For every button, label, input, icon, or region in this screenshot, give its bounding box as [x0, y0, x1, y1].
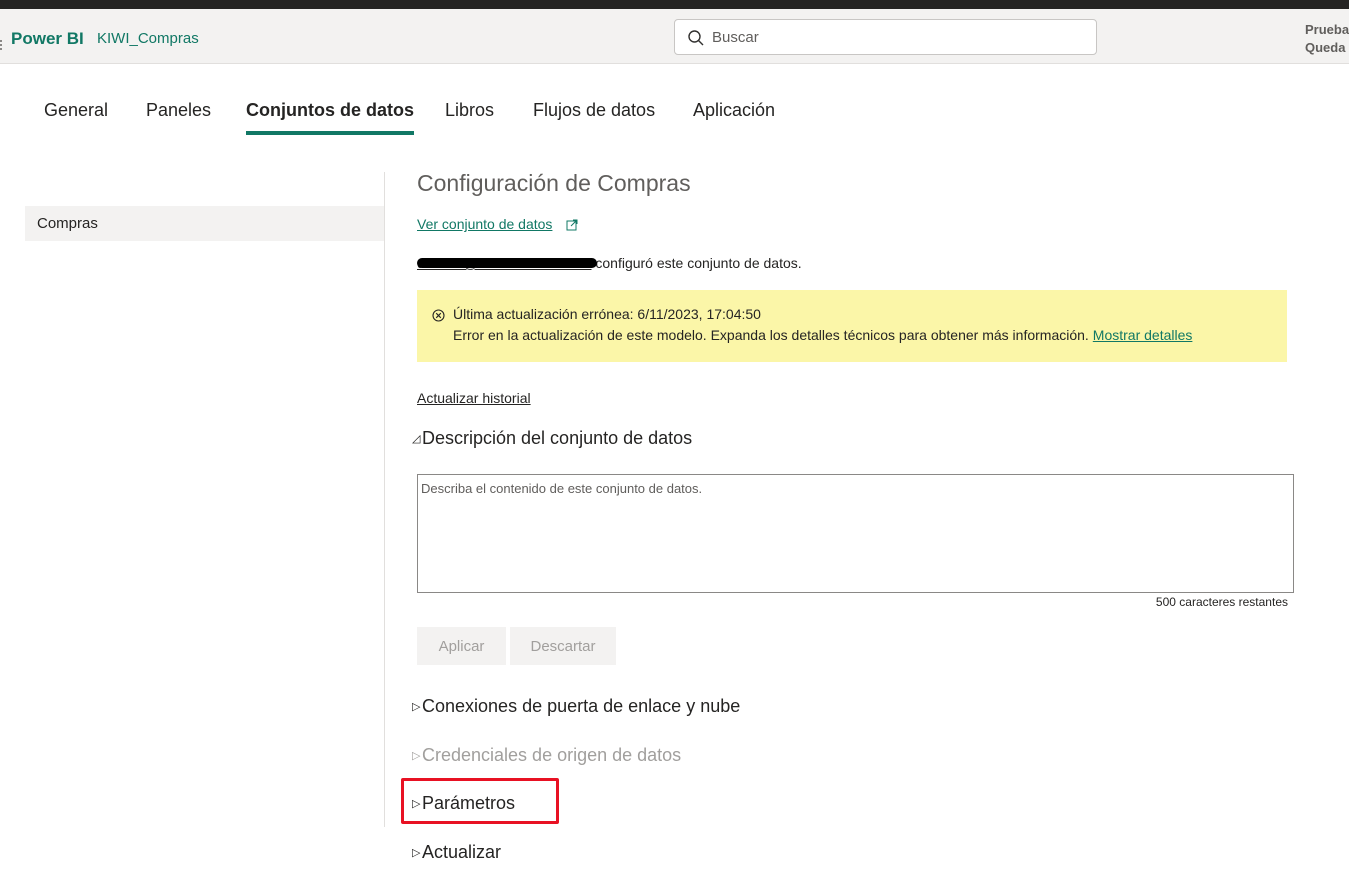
- refresh-history-link[interactable]: Actualizar historial: [417, 390, 531, 406]
- section-description-header[interactable]: ◿Descripción del conjunto de datos: [412, 428, 692, 449]
- expand-triangle-icon: ▷: [412, 750, 421, 762]
- section-refresh[interactable]: ▷Actualizar: [412, 842, 501, 863]
- sidebar-item-compras[interactable]: Compras: [25, 206, 384, 241]
- error-title: Última actualización errónea: 6/11/2023,…: [453, 306, 761, 322]
- search-input[interactable]: [712, 22, 1082, 52]
- configured-by-text: configuró este conjunto de datos.: [591, 255, 802, 271]
- section-description-label: Descripción del conjunto de datos: [422, 428, 693, 448]
- expand-triangle-icon: ▷: [412, 847, 421, 859]
- vertical-divider: [384, 172, 385, 827]
- error-message-text: Error en la actualización de este modelo…: [453, 327, 1089, 343]
- window-top-strip: [0, 0, 1349, 9]
- brand-name[interactable]: Power BI: [11, 29, 84, 49]
- page-title: Configuración de Compras: [417, 170, 691, 196]
- section-credentials-label: Credenciales de origen de datos: [422, 745, 682, 765]
- section-gateway-label: Conexiones de puerta de enlace y nube: [422, 696, 741, 716]
- search-icon: [688, 30, 704, 46]
- tab-general[interactable]: General: [44, 100, 108, 136]
- characters-remaining: 500 caracteres restantes: [1155, 595, 1288, 609]
- tab-libros[interactable]: Libros: [445, 100, 494, 136]
- app-header: Power BI KIWI_Compras Prueba Queda: [0, 9, 1349, 64]
- workspace-name[interactable]: KIWI_Compras: [97, 30, 199, 47]
- error-message: Error en la actualización de este modelo…: [453, 327, 1192, 343]
- search-box[interactable]: [674, 19, 1097, 55]
- parameters-highlight-box: [401, 778, 559, 824]
- trial-status-line2: Queda: [1305, 40, 1346, 55]
- tab-aplicacion[interactable]: Aplicación: [693, 100, 775, 136]
- trial-status-line1: Prueba: [1305, 22, 1349, 37]
- section-gateway-connections[interactable]: ▷Conexiones de puerta de enlace y nube: [412, 696, 740, 717]
- trial-status[interactable]: Prueba Queda: [1305, 21, 1349, 57]
- error-circle-icon: [432, 309, 445, 322]
- show-details-link[interactable]: Mostrar detalles: [1093, 327, 1193, 343]
- section-refresh-label: Actualizar: [422, 842, 502, 862]
- expand-triangle-icon: ▷: [412, 701, 421, 713]
- description-textarea[interactable]: [417, 474, 1294, 593]
- app-launcher-grip-icon[interactable]: [0, 40, 3, 54]
- redaction-mark: [417, 258, 597, 268]
- collapse-triangle-icon: ◿: [412, 433, 421, 445]
- discard-button[interactable]: Descartar: [510, 627, 616, 665]
- tab-conjuntos-de-datos[interactable]: Conjuntos de datos: [246, 100, 414, 136]
- tab-flujos-de-datos[interactable]: Flujos de datos: [533, 100, 655, 136]
- external-link-icon[interactable]: [566, 219, 578, 231]
- tab-paneles[interactable]: Paneles: [146, 100, 211, 136]
- apply-button[interactable]: Aplicar: [417, 627, 506, 665]
- refresh-error-banner: Última actualización errónea: 6/11/2023,…: [417, 290, 1287, 362]
- view-dataset-link[interactable]: Ver conjunto de datos: [417, 216, 552, 232]
- section-data-source-credentials[interactable]: ▷Credenciales de origen de datos: [412, 745, 681, 766]
